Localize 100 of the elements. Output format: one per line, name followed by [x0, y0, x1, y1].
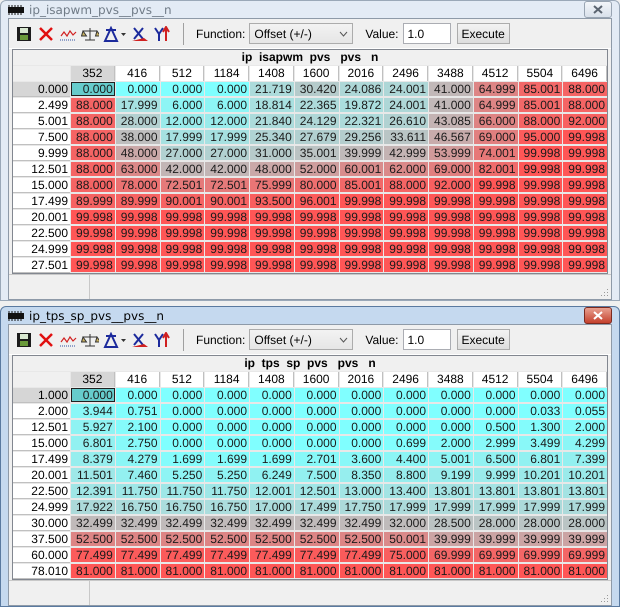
table-cell[interactable]: 81.000: [294, 564, 338, 578]
table-cell[interactable]: 0.000: [116, 388, 160, 402]
table-cell[interactable]: 2.000: [429, 436, 473, 450]
table-cell[interactable]: 99.998: [384, 258, 428, 272]
table-cell[interactable]: 81.000: [429, 564, 473, 578]
table-cell[interactable]: 99.998: [294, 210, 338, 224]
table-cell[interactable]: 99.998: [384, 242, 428, 256]
table-cell[interactable]: 2.701: [294, 452, 338, 466]
table-cell[interactable]: 13.400: [384, 484, 428, 498]
table-cell[interactable]: 99.998: [563, 242, 607, 256]
table-cell[interactable]: 0.000: [294, 420, 338, 434]
function-dropdown[interactable]: Offset (+/-): [249, 329, 354, 350]
table-cell[interactable]: 99.998: [563, 258, 607, 272]
column-header[interactable]: 512: [160, 66, 204, 81]
table-cell[interactable]: 0.000: [160, 420, 204, 434]
table-cell[interactable]: 88.000: [518, 114, 562, 128]
column-header[interactable]: 4512: [474, 372, 518, 387]
table-cell[interactable]: 5.001: [429, 452, 473, 466]
row-header[interactable]: 15.000: [13, 178, 70, 193]
table-cell[interactable]: 88.000: [71, 114, 115, 128]
table-cell[interactable]: 81.000: [116, 564, 160, 578]
table-cell[interactable]: 48.000: [250, 162, 294, 176]
row-header[interactable]: 24.999: [13, 500, 70, 515]
table-cell[interactable]: 99.998: [518, 146, 562, 160]
table-cell[interactable]: 99.998: [340, 194, 384, 208]
table-cell[interactable]: 69.000: [429, 162, 473, 176]
column-header[interactable]: 3488: [429, 372, 473, 387]
table-cell[interactable]: 17.999: [429, 500, 473, 514]
table-cell[interactable]: 69.999: [474, 548, 518, 562]
table-cell[interactable]: 99.998: [563, 210, 607, 224]
save-icon[interactable]: [15, 330, 33, 348]
table-cell[interactable]: 28.500: [429, 516, 473, 530]
table-cell[interactable]: 99.998: [563, 146, 607, 160]
table-cell[interactable]: 32.499: [340, 516, 384, 530]
table-cell[interactable]: 12.000: [205, 114, 249, 128]
row-header[interactable]: 12.501: [13, 162, 70, 177]
table-cell[interactable]: 0.000: [250, 436, 294, 450]
table-cell[interactable]: 0.500: [474, 420, 518, 434]
table-cell[interactable]: 6.801: [518, 452, 562, 466]
table-cell[interactable]: 17.000: [250, 500, 294, 514]
table-cell[interactable]: 93.500: [250, 194, 294, 208]
table-cell[interactable]: 99.998: [384, 194, 428, 208]
table-cell[interactable]: 0.000: [384, 420, 428, 434]
table-cell[interactable]: 32.499: [71, 516, 115, 530]
table-cell[interactable]: 0.000: [160, 82, 204, 96]
table-cell[interactable]: 78.000: [116, 178, 160, 192]
table-cell[interactable]: 6.249: [250, 468, 294, 482]
table-cell[interactable]: 17.999: [384, 500, 428, 514]
table-cell[interactable]: 5.927: [71, 420, 115, 434]
table-cell[interactable]: 0.000: [250, 404, 294, 418]
delete-icon[interactable]: [37, 24, 55, 42]
table-cell[interactable]: 64.999: [474, 82, 518, 96]
row-header[interactable]: 17.499: [13, 452, 70, 467]
table-cell[interactable]: 81.000: [340, 564, 384, 578]
table-cell[interactable]: 52.000: [294, 162, 338, 176]
table-cell[interactable]: 99.998: [71, 226, 115, 240]
table-cell[interactable]: 6.500: [474, 452, 518, 466]
table-cell[interactable]: 81.000: [250, 564, 294, 578]
table-cell[interactable]: 42.000: [160, 162, 204, 176]
table-cell[interactable]: 6.000: [205, 98, 249, 112]
column-header[interactable]: 352: [71, 66, 115, 81]
table-cell[interactable]: 99.998: [518, 210, 562, 224]
table-cell[interactable]: 3.600: [340, 452, 384, 466]
table-cell[interactable]: 99.998: [518, 242, 562, 256]
table-cell[interactable]: 11.750: [205, 484, 249, 498]
table-cell[interactable]: 99.998: [563, 130, 607, 144]
column-header[interactable]: 2016: [340, 372, 384, 387]
table-cell[interactable]: 81.000: [518, 564, 562, 578]
table-cell[interactable]: 99.998: [518, 226, 562, 240]
table-cell[interactable]: 12.000: [160, 114, 204, 128]
table-cell[interactable]: 17.999: [116, 98, 160, 112]
row-header[interactable]: 78.010: [13, 564, 70, 579]
table-cell[interactable]: 99.998: [116, 242, 160, 256]
table-cell[interactable]: 16.750: [205, 500, 249, 514]
table-cell[interactable]: 42.999: [384, 146, 428, 160]
row-header[interactable]: 27.501: [13, 258, 70, 273]
table-cell[interactable]: 5.250: [205, 468, 249, 482]
table-cell[interactable]: 24.129: [294, 114, 338, 128]
table-cell[interactable]: 99.998: [160, 242, 204, 256]
table-cell[interactable]: 2.999: [474, 436, 518, 450]
table-cell[interactable]: 16.750: [160, 500, 204, 514]
column-header[interactable]: 352: [71, 372, 115, 387]
table-cell[interactable]: 39.999: [429, 532, 473, 546]
table-cell[interactable]: 90.001: [205, 194, 249, 208]
table-cell[interactable]: 77.499: [340, 548, 384, 562]
table-cell[interactable]: 99.998: [429, 210, 473, 224]
y-axis-icon[interactable]: [153, 330, 171, 348]
table-cell[interactable]: 4.279: [116, 452, 160, 466]
table-cell[interactable]: 80.000: [294, 178, 338, 192]
column-header[interactable]: 416: [116, 66, 160, 81]
table-cell[interactable]: 75.999: [250, 178, 294, 192]
table-cell[interactable]: 99.998: [160, 226, 204, 240]
table-cell[interactable]: 32.499: [160, 516, 204, 530]
table-cell[interactable]: 88.000: [384, 178, 428, 192]
table-cell[interactable]: 38.000: [116, 130, 160, 144]
table-cell[interactable]: 99.998: [71, 242, 115, 256]
table-cell[interactable]: 32.499: [116, 516, 160, 530]
table-cell[interactable]: 85.001: [340, 178, 384, 192]
table-cell[interactable]: 99.998: [563, 162, 607, 176]
table-cell[interactable]: 0.000: [429, 420, 473, 434]
